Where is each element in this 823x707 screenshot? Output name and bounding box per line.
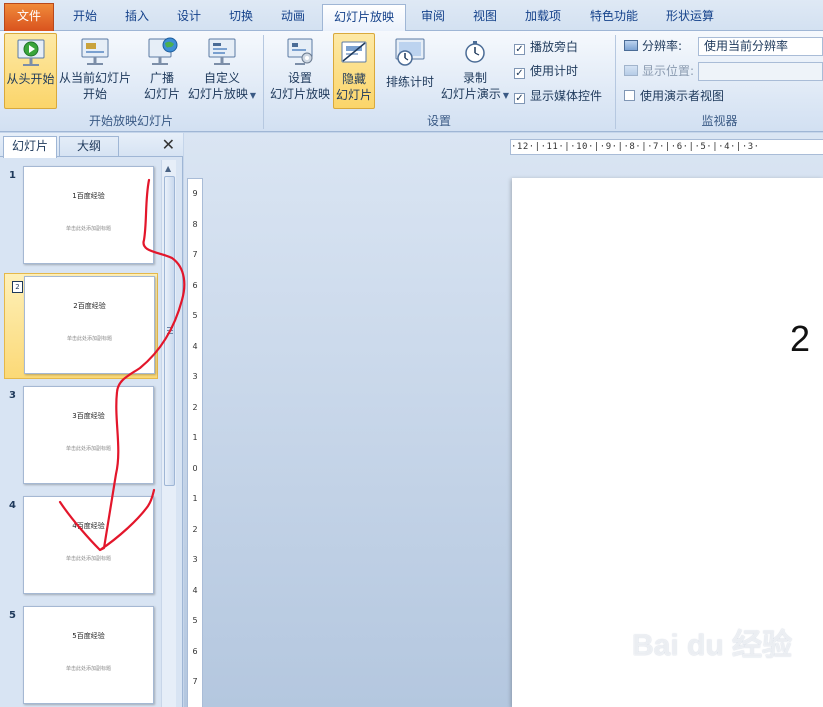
slide-thumbnail-3[interactable]: 3 3百度经验 单击此处添加副标题	[0, 384, 160, 490]
play-icon	[14, 37, 48, 69]
chevron-down-icon: ▼	[249, 91, 257, 100]
use-timings-checkbox[interactable]: ✓ 使用计时	[514, 62, 578, 80]
ruler-tick-label: 1	[192, 433, 198, 442]
ruler-tick-label: 4	[192, 341, 198, 351]
ruler-tick-label: 7	[192, 250, 198, 259]
custom-show-icon	[205, 36, 239, 68]
tab-insert[interactable]: 插入	[114, 4, 160, 31]
slides-scrollbar[interactable]: ▲	[161, 160, 176, 707]
rehearse-timings-button[interactable]: 排练计时	[380, 33, 440, 109]
ribbon-tab-bar: 文件 开始 插入 设计 切换 动画 幻灯片放映 审阅 视图 加载项 特色功能 形…	[0, 0, 823, 32]
checkbox-empty	[624, 90, 635, 101]
record-icon	[458, 36, 492, 68]
set-up-slide-show-button[interactable]: 设置 幻灯片放映	[268, 33, 332, 109]
play-narrations-checkbox[interactable]: ✓ 播放旁白	[514, 38, 578, 56]
projector-icon	[78, 36, 112, 68]
ruler-tick-label: 6	[192, 646, 198, 656]
tab-special-features[interactable]: 特色功能	[580, 4, 648, 31]
tab-review[interactable]: 审阅	[410, 4, 456, 31]
broadcast-slide-show-button[interactable]: 广播 幻灯片	[140, 33, 184, 109]
ruler-tick-label: 0	[192, 463, 198, 473]
group-label-setup: 设置	[426, 114, 451, 128]
show-media-controls-checkbox[interactable]: ✓ 显示媒体控件	[514, 87, 602, 105]
tab-view[interactable]: 视图	[462, 4, 508, 31]
slide-thumbnail-1[interactable]: 1 1百度经验 单击此处添加副标题	[0, 164, 160, 270]
stopwatch-icon	[393, 36, 427, 68]
slide-preview: 2百度经验 单击此处添加副标题	[24, 276, 155, 374]
slides-panel: 幻灯片 大纲 ✕ 1 1百度经验 单击此处添加副标题 2 2百度经验 单击此处添…	[0, 133, 183, 707]
slide-editing-area: ·12·|·11·|·10·|·9·|·8·|·7·|·6·|·5·|·4·|·…	[184, 133, 823, 707]
grip-icon	[167, 327, 173, 334]
ruler-tick-label: 1	[192, 494, 198, 503]
show-on-label: 显示位置:	[624, 62, 694, 80]
broadcast-globe-icon	[145, 36, 179, 68]
group-label-start-slide-show: 开始放映幻灯片	[88, 114, 173, 128]
group-label-monitors: 监视器	[701, 114, 738, 128]
tab-slides[interactable]: 幻灯片	[3, 136, 57, 158]
ruler-tick-label: 5	[192, 311, 198, 320]
resolution-dropdown[interactable]: 使用当前分辨率	[698, 37, 823, 56]
chevron-down-icon: ▼	[502, 91, 510, 100]
presenter-view-checkbox[interactable]: 使用演示者视图	[624, 87, 724, 105]
slide-preview: 4百度经验 单击此处添加副标题	[23, 496, 154, 594]
setup-show-icon	[283, 36, 317, 68]
panel-tabs: 幻灯片 大纲 ✕	[0, 133, 183, 158]
scroll-up-arrow-icon[interactable]: ▲	[165, 164, 171, 173]
tab-file[interactable]: 文件	[4, 3, 54, 31]
hidden-slide-icon: 2	[12, 281, 23, 293]
ruler-tick-label: 3	[192, 372, 198, 381]
checkmark-icon: ✓	[514, 93, 525, 104]
scrollbar-thumb[interactable]	[164, 176, 175, 486]
tab-animations[interactable]: 动画	[270, 4, 316, 31]
ruler-tick-label: 7	[192, 677, 198, 686]
record-slide-show-button[interactable]: 录制 幻灯片演示 ▼	[440, 33, 510, 109]
tab-add-ins[interactable]: 加载项	[514, 4, 572, 31]
horizontal-ruler: ·12·|·11·|·10·|·9·|·8·|·7·|·6·|·5·|·4·|·…	[510, 139, 823, 155]
from-current-slide-button[interactable]: 从当前幻灯片 开始	[58, 33, 132, 109]
slide-thumbnail-5[interactable]: 5 5百度经验 单击此处添加副标题	[0, 604, 160, 707]
show-on-dropdown[interactable]	[698, 62, 823, 81]
ruler-tick-label: 8	[192, 219, 198, 229]
monitor-icon	[624, 40, 638, 51]
slide-canvas[interactable]: 2	[512, 178, 823, 707]
ruler-tick-label: 5	[192, 616, 198, 625]
ruler-tick-label: 2	[192, 524, 198, 534]
ruler-tick-label: 2	[192, 402, 198, 412]
monitor-icon	[624, 65, 638, 76]
ribbon: 从头开始 从当前幻灯片 开始 广播 幻灯片 自定义 幻灯片放映 ▼ 开始放映幻灯片…	[0, 31, 823, 132]
slide-title-text[interactable]: 2	[790, 318, 810, 360]
ruler-tick-label: 3	[192, 555, 198, 564]
slide-thumbnail-4[interactable]: 4 4百度经验 单击此处添加副标题	[0, 494, 160, 600]
ruler-tick-label: 9	[192, 189, 198, 198]
slide-thumbnail-2[interactable]: 2 2百度经验 单击此处添加副标题	[4, 273, 158, 379]
slide-preview: 5百度经验 单击此处添加副标题	[23, 606, 154, 704]
tab-home[interactable]: 开始	[62, 4, 108, 31]
hide-slide-button[interactable]: 隐藏 幻灯片	[333, 33, 375, 109]
close-icon[interactable]: ✕	[162, 136, 175, 154]
ruler-tick-label: 4	[192, 585, 198, 595]
checkmark-icon: ✓	[514, 68, 525, 79]
custom-slide-show-button[interactable]: 自定义 幻灯片放映 ▼	[186, 33, 258, 109]
resolution-label: 分辨率:	[624, 37, 682, 55]
tab-shape-operations[interactable]: 形状运算	[656, 4, 724, 31]
vertical-ruler: 9 8 7 6 5 4 3 2 1 0 1 2 3 4 5 6 7	[187, 178, 203, 707]
checkmark-icon: ✓	[514, 44, 525, 55]
tab-slide-show[interactable]: 幻灯片放映	[322, 4, 406, 32]
tab-transitions[interactable]: 切换	[218, 4, 264, 31]
slide-preview: 1百度经验 单击此处添加副标题	[23, 166, 154, 264]
from-beginning-button[interactable]: 从头开始	[4, 33, 57, 109]
tab-outline[interactable]: 大纲	[59, 136, 119, 157]
tab-design[interactable]: 设计	[166, 4, 212, 31]
hide-slide-icon	[337, 37, 371, 69]
slide-preview: 3百度经验 单击此处添加副标题	[23, 386, 154, 484]
ruler-tick-label: 6	[192, 280, 198, 290]
